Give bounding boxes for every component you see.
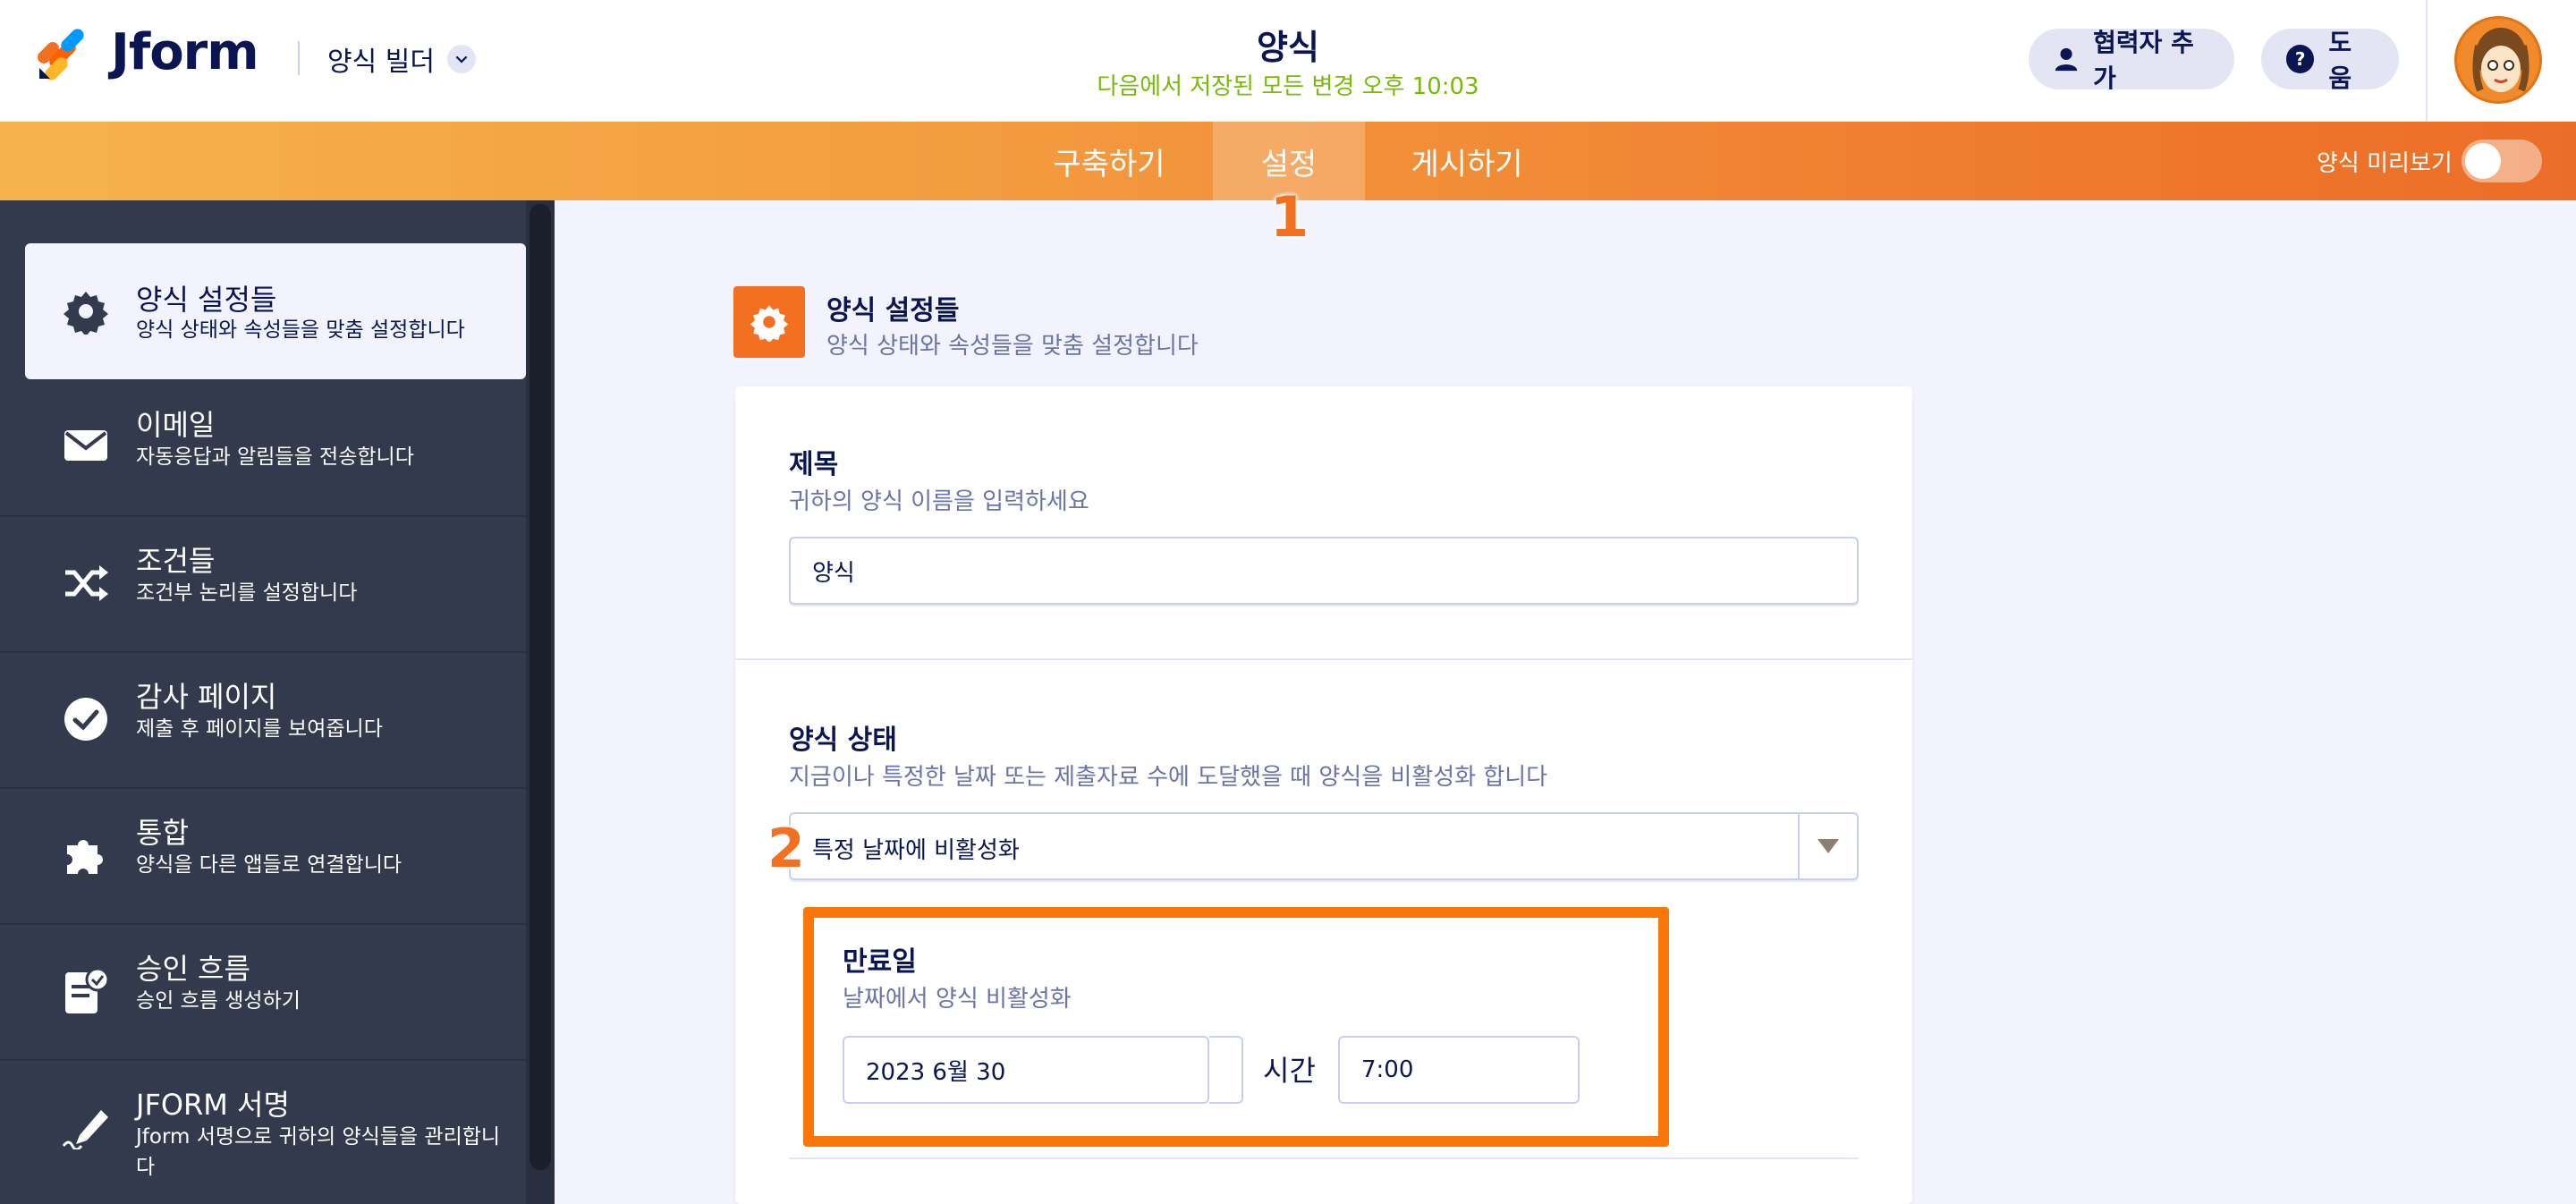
sidebar-item-title: 감사 페이지: [136, 680, 277, 714]
builder-label: 양식 빌더: [327, 47, 435, 78]
expiry-label: 만료일: [843, 946, 917, 978]
sidebar-item-jform-sign[interactable]: JFORM 서명 Jform 서명으로 귀하의 양식들을 관리합니다: [0, 1063, 526, 1204]
form-preview-toggle[interactable]: [2462, 140, 2542, 182]
user-icon: [2055, 47, 2078, 72]
section-title: 양식 설정들: [826, 295, 960, 326]
status-field-label: 양식 상태: [789, 725, 897, 756]
sidebar-item-desc: 양식 상태와 속성들을 맞춤 설정합니다: [136, 318, 465, 342]
envelope-icon: [59, 419, 113, 472]
step-marker-1: 1: [1270, 184, 1309, 250]
tab-build[interactable]: 구축하기: [1029, 122, 1190, 200]
sidebar-item-title: 통합: [136, 816, 189, 850]
top-header: Jform 양식 빌더 양식 다음에서 저장된 모든 변경 오후 10:03 협…: [0, 0, 2576, 122]
saved-status: 다음에서 저장된 모든 변경 오후 10:03: [1097, 73, 1479, 100]
step-marker-2: 2: [767, 818, 805, 880]
sidebar-item-conditions[interactable]: 조건들 조건부 논리를 설정합니다: [0, 519, 526, 653]
scrollbar-thumb[interactable]: [530, 204, 551, 1170]
approval-icon: [59, 964, 113, 1018]
card-divider: [735, 658, 1912, 660]
chevron-down-icon: [446, 45, 476, 73]
form-title-input[interactable]: 양식: [789, 537, 1859, 605]
form-status-select[interactable]: 특정 날짜에 비활성화: [789, 812, 1859, 880]
expiry-date-input[interactable]: 2023 6월 30: [843, 1036, 1209, 1104]
sidebar-scrollbar[interactable]: [526, 200, 555, 1204]
section-divider: [789, 1157, 1859, 1159]
shuffle-icon: [59, 556, 113, 610]
gear-icon: [59, 284, 113, 338]
avatar[interactable]: [2454, 16, 2542, 104]
sidebar-item-desc: 제출 후 페이지를 보여줍니다: [136, 717, 383, 741]
pen-signature-icon: [59, 1100, 113, 1154]
gear-icon: [733, 286, 805, 358]
section-description: 양식 상태와 속성들을 맞춤 설정합니다: [826, 333, 1199, 360]
form-status-value: 특정 날짜에 비활성화: [812, 837, 1020, 864]
sidebar-item-title: 이메일: [136, 408, 216, 442]
header-divider: [298, 41, 300, 75]
jform-logo-icon[interactable]: [34, 27, 88, 81]
sidebar-item-email[interactable]: 이메일 자동응답과 알림들을 전송합니다: [0, 383, 526, 517]
sidebar-item-title: 조건들: [136, 544, 216, 578]
form-builder-dropdown[interactable]: 양식 빌더: [327, 39, 476, 79]
dropdown-arrow-icon[interactable]: [1798, 814, 1857, 878]
check-circle-icon: [59, 692, 113, 746]
tab-publish[interactable]: 게시하기: [1386, 122, 1547, 200]
sidebar-item-thank-you-page[interactable]: 감사 페이지 제출 후 페이지를 보여줍니다: [0, 655, 526, 789]
sidebar-item-desc: 양식을 다른 앱들로 연결합니다: [136, 853, 402, 877]
sidebar-item-desc: 승인 흐름 생성하기: [136, 989, 301, 1013]
help-button[interactable]: ? 도움: [2261, 28, 2399, 93]
time-label: 시간: [1263, 1054, 1316, 1088]
sidebar-item-title: 양식 설정들: [136, 283, 277, 317]
question-icon: ?: [2286, 45, 2315, 73]
header-divider-right: [2426, 0, 2428, 122]
date-picker-button[interactable]: [1209, 1036, 1243, 1104]
expiry-highlight-box: [803, 907, 1669, 1147]
sidebar-item-desc: Jform 서명으로 귀하의 양식들을 관리합니다: [136, 1125, 501, 1179]
sidebar-item-desc: 자동응답과 알림들을 전송합니다: [136, 445, 414, 469]
title-field-label: 제목: [789, 449, 839, 480]
puzzle-icon: [59, 828, 113, 882]
settings-sidebar: 양식 설정들 양식 상태와 속성들을 맞춤 설정합니다 이메일 자동응답과 알림…: [0, 200, 555, 1204]
form-title[interactable]: 양식: [1109, 20, 1467, 69]
toggle-knob: [2465, 143, 2501, 179]
brand-name[interactable]: Jform: [111, 23, 259, 81]
sidebar-item-approval-flow[interactable]: 승인 흐름 승인 흐름 생성하기: [0, 927, 526, 1061]
sidebar-item-title: JFORM 서명: [136, 1088, 290, 1122]
title-field-description: 귀하의 양식 이름을 입력하세요: [789, 488, 1089, 515]
help-label: 도움: [2328, 28, 2352, 93]
sidebar-item-form-settings[interactable]: 양식 설정들 양식 상태와 속성들을 맞춤 설정합니다: [25, 243, 526, 379]
form-preview-label: 양식 미리보기: [2317, 150, 2453, 177]
sidebar-item-desc: 조건부 논리를 설정합니다: [136, 581, 358, 605]
add-collaborator-button[interactable]: 협력자 추가: [2029, 28, 2234, 93]
add-collaborator-label: 협력자 추가: [2093, 28, 2194, 93]
status-field-description: 지금이나 특정한 날짜 또는 제출자료 수에 도달했을 때 양식을 비활성화 합…: [789, 764, 1548, 791]
sidebar-item-title: 승인 흐름: [136, 952, 250, 986]
expiry-time-input[interactable]: 7:00: [1338, 1036, 1580, 1104]
expiry-description: 날짜에서 양식 비활성화: [843, 986, 1072, 1013]
sidebar-item-integrations[interactable]: 통합 양식을 다른 앱들로 연결합니다: [0, 791, 526, 925]
